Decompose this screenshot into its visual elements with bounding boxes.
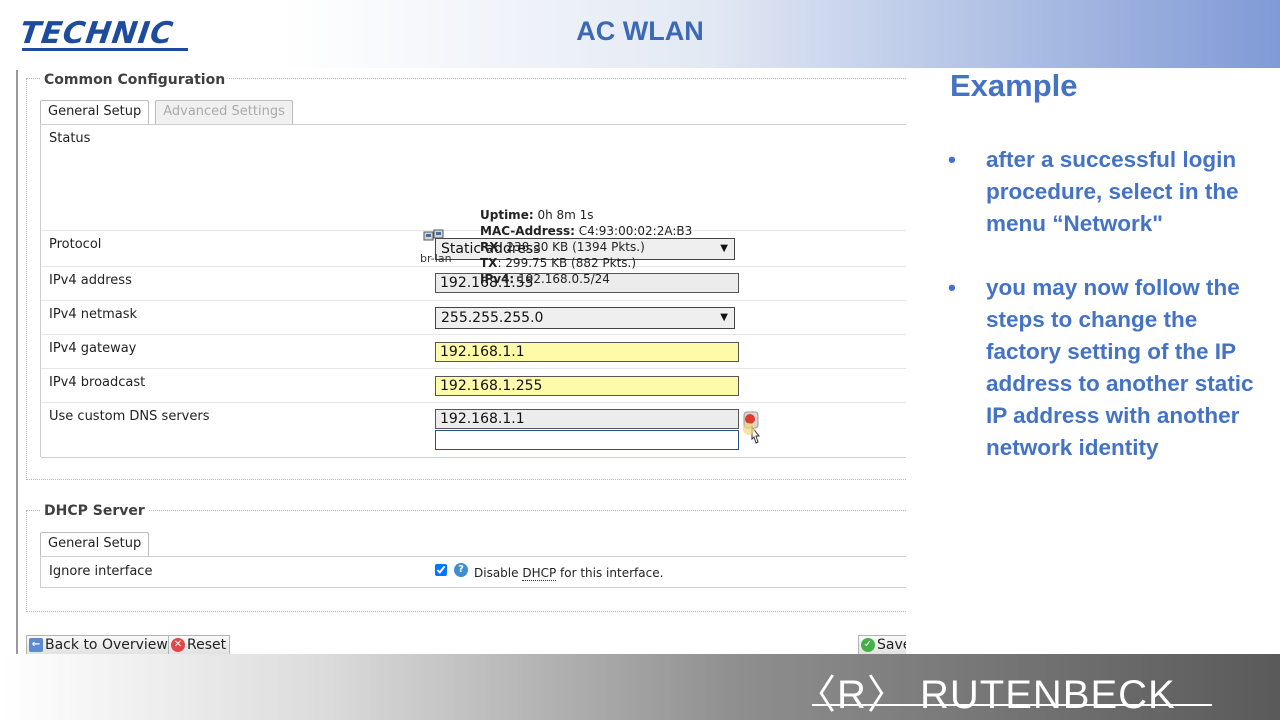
ignore-interface-description: Disable DHCP for this interface.: [474, 566, 664, 581]
ipv4-value: 192.168.0.5/24: [518, 272, 610, 286]
instruction-text-2: you may now follow the steps to change t…: [986, 275, 1254, 460]
bullet-icon: •: [948, 275, 956, 300]
protocol-row: Protocol Static address ▼: [41, 231, 906, 267]
ignore-interface-label: Ignore interface: [49, 564, 153, 579]
common-configuration-legend: Common Configuration: [41, 72, 229, 88]
ipv4-netmask-select[interactable]: 255.255.255.0 ▼: [435, 307, 735, 329]
back-arrow-icon: ←: [29, 638, 43, 652]
save-check-icon: ✓: [861, 638, 875, 652]
tx-key: TX: [480, 256, 498, 270]
ignore-desc-prefix: Disable: [474, 566, 523, 580]
example-heading: Example: [950, 68, 1078, 103]
bullet-icon: •: [948, 147, 956, 172]
general-setup-section: Status Protocol Static address ▼ IPv4 ad…: [40, 124, 906, 458]
back-to-overview-button[interactable]: ← Back to Overview: [26, 635, 172, 654]
dns-label: Use custom DNS servers: [49, 409, 210, 424]
dhcp-general-section: Ignore interface ? Disable DHCP for this…: [40, 556, 906, 588]
dns-server-input[interactable]: 192.168.1.1: [435, 409, 739, 429]
uptime-key: Uptime:: [480, 208, 534, 222]
tab-dhcp-general-setup[interactable]: General Setup: [40, 532, 150, 556]
dhcp-server-legend: DHCP Server: [41, 503, 148, 519]
instruction-list: • after a successful login procedure, se…: [948, 144, 1278, 496]
footer-logo-underline: [812, 704, 1212, 706]
ipv4-gateway-input[interactable]: 192.168.1.1: [435, 342, 739, 362]
back-label: Back to Overview: [45, 637, 168, 653]
network-bridge-icon: [423, 229, 444, 241]
dhcp-abbr: DHCP: [522, 566, 557, 581]
mac-key: MAC-Address:: [480, 224, 575, 238]
ipv4-netmask-row: IPv4 netmask 255.255.255.0 ▼: [41, 301, 906, 335]
tab-advanced-settings[interactable]: Advanced Settings: [155, 100, 293, 124]
ipv4-netmask-label: IPv4 netmask: [49, 307, 138, 322]
save-button[interactable]: ✓ Save: [858, 635, 906, 654]
dhcp-tabs: General Setup: [40, 532, 150, 556]
common-configuration-tabs: General Setup Advanced Settings: [40, 100, 293, 124]
status-row: Status: [41, 125, 906, 231]
protocol-label: Protocol: [49, 237, 102, 252]
ipv4-broadcast-label: IPv4 broadcast: [49, 375, 146, 390]
save-label: Save: [877, 637, 906, 653]
slide-title: AC WLAN: [576, 16, 704, 46]
instruction-item: • after a successful login procedure, se…: [948, 144, 1278, 240]
ipv4-address-row: IPv4 address 192.168.1.55: [41, 267, 906, 301]
tab-general-setup[interactable]: General Setup: [40, 100, 150, 124]
status-label: Status: [49, 131, 91, 146]
instruction-item: • you may now follow the steps to change…: [948, 272, 1278, 464]
ipv4-broadcast-input[interactable]: 192.168.1.255: [435, 376, 739, 396]
instruction-text-1: after a successful login procedure, sele…: [986, 147, 1239, 236]
reset-button[interactable]: ✕ Reset: [168, 635, 231, 654]
reset-icon: ✕: [171, 638, 185, 652]
ipv4-key: IPv4:: [480, 272, 515, 286]
ipv4-gateway-label: IPv4 gateway: [49, 341, 137, 356]
rutenbeck-logo: 〈R〉 RUTENBECK: [796, 673, 1176, 717]
status-details: Uptime: 0h 8m 1s MAC-Address: C4:93:00:0…: [480, 207, 692, 287]
dropdown-arrow-icon: ▼: [720, 312, 728, 323]
help-icon: ?: [454, 563, 468, 577]
mac-value: C4:93:00:02:2A:B3: [578, 224, 693, 238]
tx-value: : 299.75 KB (882 Pkts.): [497, 256, 637, 270]
luci-interface-panel: Common Configuration General Setup Advan…: [16, 70, 906, 654]
ipv4-address-label: IPv4 address: [49, 273, 132, 288]
remove-dns-icon[interactable]: [741, 411, 763, 449]
dropdown-arrow-icon: ▼: [720, 243, 728, 254]
rx-key: RX: [480, 240, 499, 254]
status-interface-name: br-lan: [420, 252, 452, 265]
ignore-desc-suffix: for this interface.: [556, 566, 664, 580]
ipv4-broadcast-row: IPv4 broadcast 192.168.1.255: [41, 369, 906, 403]
rx-value: : 238.30 KB (1394 Pkts.): [498, 240, 645, 254]
reset-label: Reset: [187, 637, 227, 653]
ignore-interface-checkbox[interactable]: [435, 564, 447, 576]
dns-row: Use custom DNS servers 192.168.1.1: [41, 403, 906, 458]
ipv4-netmask-value: 255.255.255.0: [441, 310, 544, 326]
logo-underline: [22, 48, 188, 51]
dns-server-input-new[interactable]: [435, 430, 739, 450]
ipv4-gateway-row: IPv4 gateway 192.168.1.1: [41, 335, 906, 369]
slide-header: TECHNIC AC WLAN: [0, 0, 1280, 68]
uptime-value: 0h 8m 1s: [537, 208, 594, 222]
